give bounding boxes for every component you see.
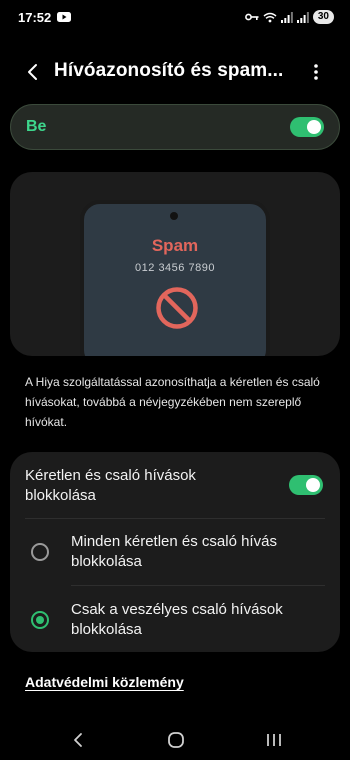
phone-illustration: Spam 012 3456 7890 [80,200,270,356]
master-toggle[interactable] [290,117,324,137]
illustration-card: Spam 012 3456 7890 [10,172,340,356]
divider [71,585,325,586]
phone-number: 012 3456 7890 [135,262,215,274]
master-toggle-knob [307,120,321,134]
status-time: 17:52 [18,9,52,25]
back-arrow-icon [28,64,37,80]
vpn-key-icon [244,13,259,21]
master-switch-label: Be [26,118,47,135]
spam-label: Spam [151,236,199,255]
nav-home-icon [168,732,184,748]
back-button[interactable] [20,58,48,86]
block-icon [156,287,198,329]
phone-camera [170,212,178,220]
option-label-dangerous-only: Csak a veszélyes csaló hívások blokkolás… [71,601,283,638]
privacy-notice-link[interactable]: Adatvédelmi közlemény [25,674,184,690]
nav-home-button[interactable] [164,728,188,752]
more-options-button[interactable] [304,60,328,84]
nav-recents-icon [267,734,281,746]
master-switch-card[interactable]: Be [10,104,340,150]
page-title: Hívóazonosító és spam... [54,60,284,81]
radio-dangerous-only[interactable] [31,611,49,629]
status-bar: 17:52 30 [0,0,350,34]
nav-recents-button[interactable] [262,728,286,752]
wifi-icon [263,12,277,22]
battery-indicator: 30 [312,10,334,24]
more-vert-icon [314,64,318,80]
signal-strength-icon [280,11,293,23]
block-toggle[interactable] [289,475,323,495]
app-bar: Hívóazonosító és spam... [0,50,350,94]
block-toggle-knob [306,478,320,492]
block-toggle-label: Kéretlen és csaló hívások blokkolása [25,467,196,504]
system-nav-bar [0,718,350,760]
radio-all-spam[interactable] [31,543,49,561]
description-text: A Hiya szolgáltatással azonosíthatja a k… [25,375,320,429]
option-label-all-spam: Minden kéretlen és csaló hívás blokkolás… [71,533,277,570]
status-bar-left: 17:52 [18,9,72,25]
divider [25,518,325,519]
status-bar-right: 30 [244,10,334,24]
signal-strength-2-icon [296,11,309,23]
nav-back-button[interactable] [67,728,91,752]
nav-back-icon [74,733,82,747]
block-settings-card: Kéretlen és csaló hívások blokkolása Min… [10,452,340,652]
youtube-notification-icon [57,12,72,22]
